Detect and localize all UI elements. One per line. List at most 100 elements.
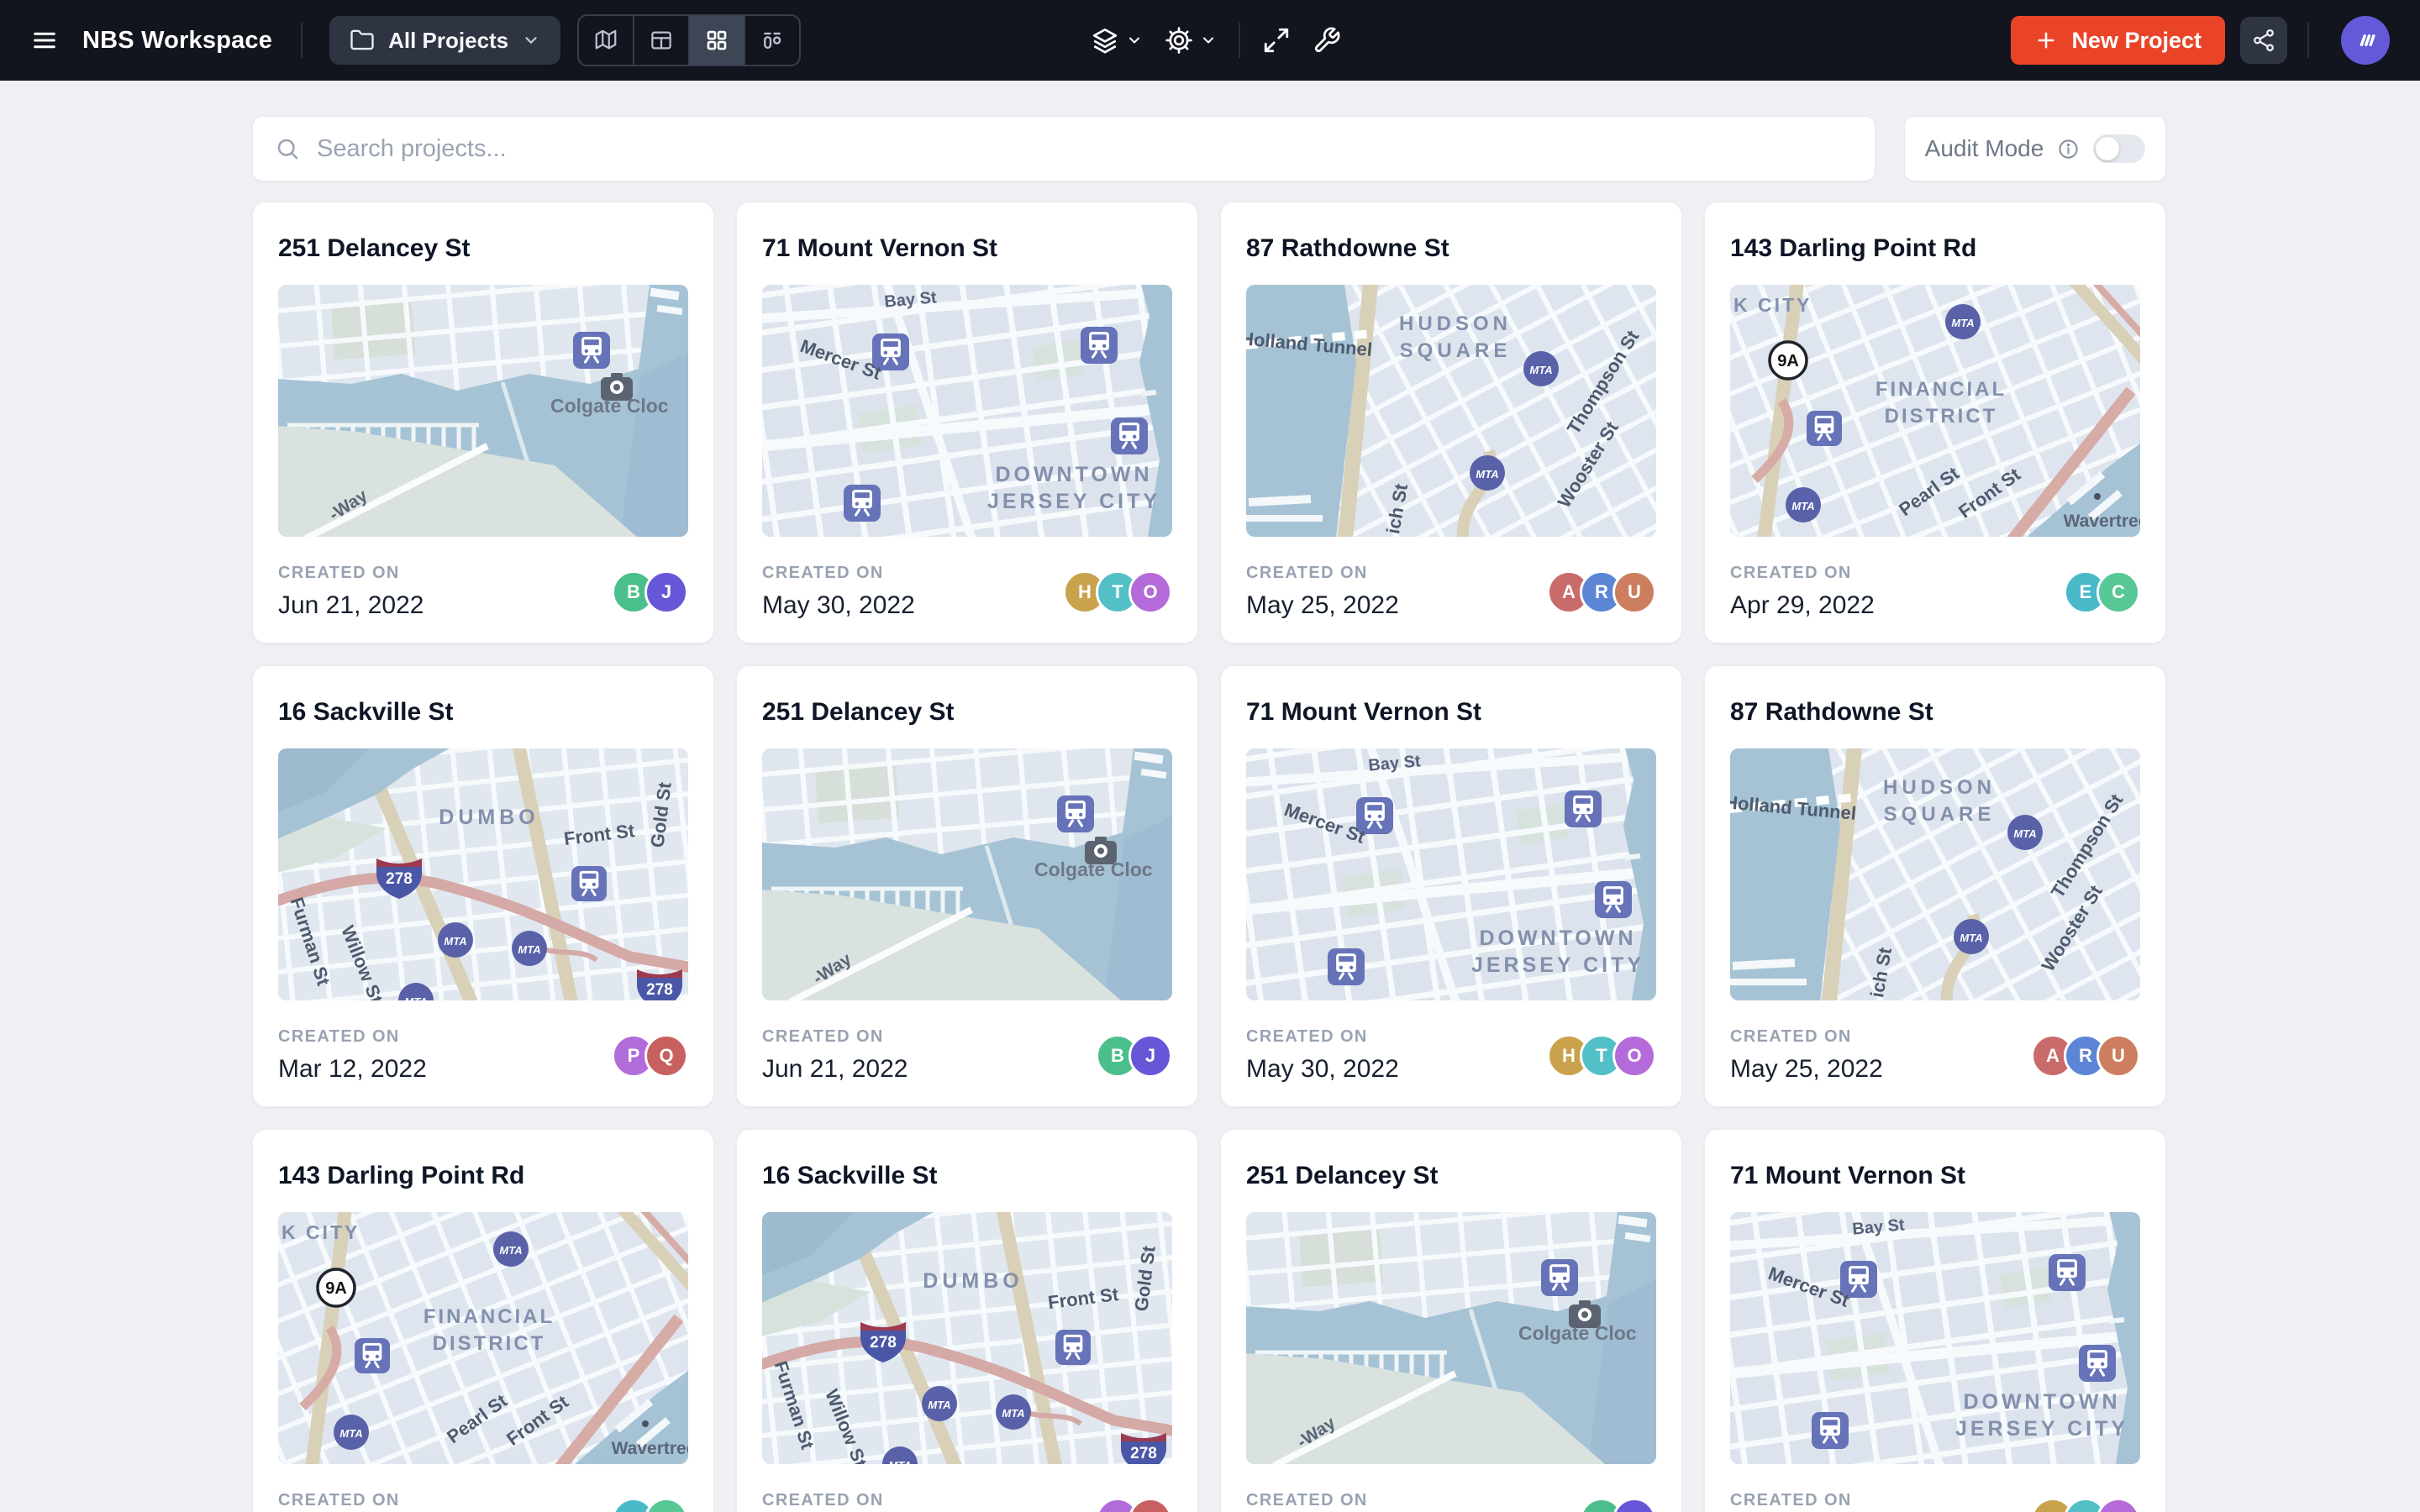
mta-subway-icon: MTA [1954, 919, 1989, 954]
map-thumbnail[interactable]: K CITY9AFINANCIALDISTRICTMTAMTAPearl StF… [1730, 285, 2140, 537]
train-station-icon [1595, 881, 1632, 918]
created-on-label: CREATED ON [278, 1491, 400, 1510]
svg-text:JERSEY CITY: JERSEY CITY [1471, 953, 1644, 977]
avatar[interactable]: C [644, 1498, 688, 1512]
project-card[interactable]: 251 Delancey St Colgate Cloc-Way CREATED… [1220, 1129, 1682, 1512]
avatar[interactable]: O [2096, 1498, 2140, 1512]
tools-button[interactable] [1313, 26, 1341, 55]
project-card[interactable]: 251 Delancey St Colgate Cloc-Way CREATED… [736, 665, 1198, 1107]
map-view-button[interactable] [579, 16, 633, 65]
project-filter-label: All Projects [388, 28, 508, 54]
audit-mode-panel: Audit Mode [1904, 116, 2166, 181]
project-card[interactable]: 251 Delancey St Colgate Cloc-Way CREATED… [252, 202, 714, 643]
project-card[interactable]: 71 Mount Vernon St Bay StMercer StDOWNTO… [1704, 1129, 2166, 1512]
fullscreen-button[interactable] [1262, 26, 1291, 55]
divider [301, 23, 302, 58]
mta-subway-icon: MTA [334, 1415, 369, 1450]
map-thumbnail[interactable]: Holland TunnelHUDSONSQUAREThompson StWoo… [1730, 748, 2140, 1000]
svg-text:FINANCIAL: FINANCIAL [424, 1305, 555, 1328]
search-box[interactable] [252, 116, 1876, 181]
avatar[interactable]: Q [1128, 1498, 1172, 1512]
train-station-icon [1812, 1412, 1849, 1449]
grid-view-button[interactable] [688, 16, 744, 65]
map-thumbnail[interactable]: 278278MTAMTAMTADUMBOFront StGold StFurma… [278, 748, 688, 1000]
train-station-icon [573, 332, 610, 369]
train-station-icon [844, 485, 881, 522]
avatar-group: HTO [1547, 1034, 1656, 1078]
avatar[interactable]: U [1612, 570, 1656, 614]
project-card[interactable]: 143 Darling Point Rd K CITY9AFINANCIALDI… [1704, 202, 2166, 643]
gear-icon [1165, 26, 1193, 55]
mta-subway-icon: MTA [1945, 304, 1981, 339]
avatar[interactable]: J [644, 570, 688, 614]
map-thumbnail[interactable]: Holland TunnelHUDSONSQUAREThompson StWoo… [1246, 285, 1656, 537]
top-bar: NBS Workspace All Projects [0, 0, 2420, 81]
svg-text:278: 278 [870, 1334, 897, 1352]
map-thumbnail[interactable]: Colgate Cloc-Way [278, 285, 688, 537]
project-card[interactable]: 87 Rathdowne St Holland TunnelHUDSONSQUA… [1704, 665, 2166, 1107]
audit-mode-label: Audit Mode [1925, 135, 2044, 162]
created-on-label: CREATED ON [762, 1491, 884, 1510]
card-footer: CREATED ON May 25, 2022 ARU [1730, 1027, 2140, 1084]
toggle-knob [2096, 137, 2119, 160]
new-project-button[interactable]: New Project [2011, 16, 2225, 65]
search-row: Audit Mode [252, 116, 2166, 181]
wrench-icon [1313, 26, 1341, 55]
map-thumbnail[interactable]: Bay StMercer StDOWNTOWNJERSEY CITY [1730, 1212, 2140, 1464]
avatar[interactable]: C [2096, 570, 2140, 614]
avatar-group: EC [2064, 570, 2140, 614]
project-card[interactable]: 71 Mount Vernon St Bay StMercer StDOWNTO… [1220, 665, 1682, 1107]
avatar[interactable]: Q [644, 1034, 688, 1078]
train-station-icon [1111, 417, 1148, 454]
svg-text:MTA: MTA [518, 943, 540, 956]
map-thumbnail[interactable]: 278278MTAMTAMTADUMBOFront StGold StFurma… [762, 1212, 1172, 1464]
info-icon[interactable] [2057, 138, 2080, 160]
avatar-group: EC [612, 1498, 688, 1512]
avatar[interactable]: U [2096, 1034, 2140, 1078]
card-footer: CREATED ON Mar 12, 2022 PQ [278, 1027, 688, 1084]
project-title: 71 Mount Vernon St [762, 234, 1172, 263]
created-on-label: CREATED ON [278, 564, 424, 583]
avatar[interactable]: O [1612, 1034, 1656, 1078]
map-thumbnail[interactable]: K CITY9AFINANCIALDISTRICTMTAMTAPearl StF… [278, 1212, 688, 1464]
avatar[interactable]: O [1128, 570, 1172, 614]
kanban-view-button[interactable] [744, 16, 799, 65]
workspace-logo-button[interactable] [2341, 16, 2390, 65]
avatar-group: HTO [1063, 570, 1172, 614]
avatar[interactable]: J [1128, 1034, 1172, 1078]
project-filter-dropdown[interactable]: All Projects [329, 16, 560, 65]
project-card[interactable]: 16 Sackville St 278278MTAMTAMTADUMBOFron… [736, 1129, 1198, 1512]
map-thumbnail[interactable]: Bay StMercer StDOWNTOWNJERSEY CITY [1246, 748, 1656, 1000]
map-thumbnail[interactable]: Colgate Cloc-Way [762, 748, 1172, 1000]
share-button[interactable] [2240, 17, 2287, 64]
svg-text:MTA: MTA [339, 1427, 362, 1440]
svg-text:278: 278 [1130, 1445, 1157, 1462]
project-card[interactable]: 143 Darling Point Rd K CITY9AFINANCIALDI… [252, 1129, 714, 1512]
train-station-icon [355, 1338, 390, 1373]
divider [2307, 23, 2309, 58]
card-footer: CREATED ON Jun 21, 2022 BJ [278, 564, 688, 620]
chevron-down-icon [1200, 32, 1217, 49]
table-view-button[interactable] [633, 16, 688, 65]
project-grid: 251 Delancey St Colgate Cloc-Way CREATED… [252, 202, 2166, 1512]
svg-text:Colgate Cloc: Colgate Cloc [1518, 1322, 1637, 1344]
avatar-group: PQ [612, 1034, 688, 1078]
created-on-label: CREATED ON [1246, 1027, 1399, 1047]
project-card[interactable]: 71 Mount Vernon St Bay StMercer StDOWNTO… [736, 202, 1198, 643]
svg-text:MTA: MTA [888, 1459, 911, 1464]
train-station-icon [571, 866, 607, 901]
train-station-icon [2079, 1345, 2116, 1382]
svg-text:K CITY: K CITY [281, 1221, 360, 1243]
search-input[interactable] [315, 134, 1853, 164]
settings-dropdown[interactable] [1165, 26, 1217, 55]
map-thumbnail[interactable]: Bay StMercer StDOWNTOWNJERSEY CITY [762, 285, 1172, 537]
project-card[interactable]: 16 Sackville St 278278MTAMTAMTADUMBOFron… [252, 665, 714, 1107]
hamburger-menu-icon[interactable] [30, 26, 59, 55]
avatar[interactable]: J [1612, 1498, 1656, 1512]
train-station-icon [1565, 790, 1602, 827]
svg-text:FINANCIAL: FINANCIAL [1876, 378, 2007, 401]
map-thumbnail[interactable]: Colgate Cloc-Way [1246, 1212, 1656, 1464]
layers-dropdown[interactable] [1091, 26, 1143, 55]
audit-mode-toggle[interactable] [2093, 134, 2145, 163]
project-card[interactable]: 87 Rathdowne St Holland TunnelHUDSONSQUA… [1220, 202, 1682, 643]
